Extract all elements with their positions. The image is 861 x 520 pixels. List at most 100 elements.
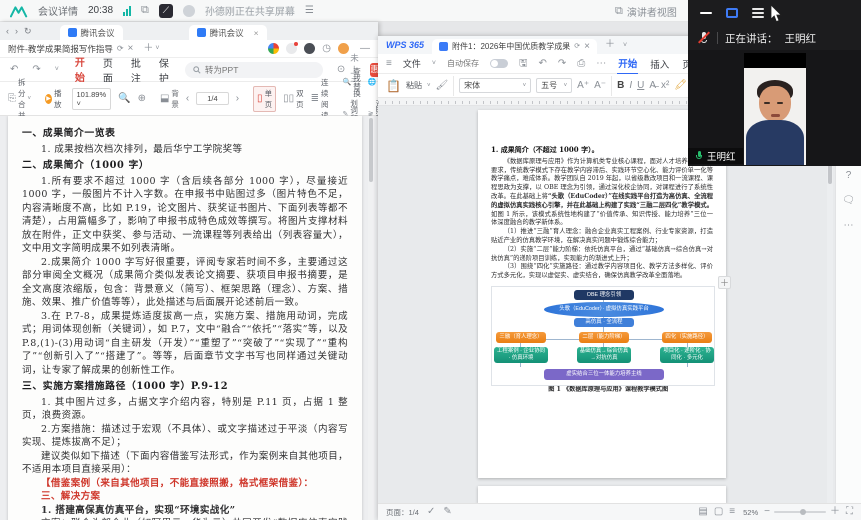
web-layout-icon[interactable]: ▢ [714, 507, 723, 517]
search-box[interactable] [184, 61, 323, 78]
autosave-toggle[interactable] [489, 59, 508, 68]
page-indicator[interactable]: 1/4 [196, 92, 229, 105]
pdf-toolbar: ⎘ 拆分合并 ˅ ▶ 播放 101.89% ˅ 🔍 ⊕ ⬓ 背景 ‹ 1/4 › ▯ 单页… [0, 67, 386, 129]
doc-paragraph: 2.成果简介 1000 字写好很重要，评阅专家若时间不多，主要通过这部分审阅全文… [22, 256, 348, 309]
play-button[interactable]: ▶ 播放 [45, 88, 65, 110]
spellcheck-icon[interactable]: ✓ [427, 507, 435, 517]
zoom-value: 101.89% [76, 89, 107, 99]
notification-dot-icon[interactable] [286, 42, 299, 54]
outline-view-icon[interactable]: ≡ [729, 507, 735, 517]
chart-node-platform: 头歌（EduCoder）· 虚拟仿真实践平台 [544, 301, 664, 317]
paste-icon[interactable]: 📋 [386, 80, 401, 92]
find-replace-button[interactable]: 🔍 查找替换 [342, 67, 360, 98]
zoom-select[interactable]: 101.89% ˅ [71, 87, 112, 110]
view-mode-label: 演讲者视图 [626, 8, 677, 19]
undo-icon[interactable]: ↶ [10, 64, 18, 75]
pdf-scrollbar-thumb[interactable] [369, 118, 373, 182]
font-smaller-icon[interactable]: A⁻ [594, 80, 606, 91]
sharing-menu-icon[interactable]: ☰ [305, 5, 314, 16]
word-paragraph: 《数据库原理与应用》作为计算机类专业核心课程，面对人才培养提出的新要求，传统教学… [491, 158, 713, 228]
highlight-color-icon[interactable]: 🖍 [674, 80, 687, 91]
background-button[interactable]: ⬓ 背景 [160, 88, 179, 110]
strikethrough-icon[interactable]: A̶ [649, 80, 656, 91]
tab-sync-icon[interactable]: ⟳ [574, 43, 580, 50]
word-zoom-value[interactable]: 52% [743, 508, 758, 517]
browser-tab-meeting-1[interactable]: 腾讯会议 [59, 25, 123, 40]
split-merge-button[interactable]: ⎘ 拆分合并 ˅ [8, 77, 31, 121]
menu-hamburger-icon[interactable]: ≡ [386, 58, 392, 69]
word-heading: 1. 成果简介（不超过 1000 字）。 [491, 145, 599, 154]
list-view-icon[interactable] [752, 8, 764, 18]
ribbon-tab-insert[interactable]: 插入 [649, 54, 670, 74]
superscript-icon[interactable]: x² [661, 80, 669, 91]
file-menu[interactable]: 文件 [403, 57, 421, 70]
italic-icon[interactable]: I [629, 80, 632, 91]
paste-label[interactable]: 粘贴 [406, 80, 422, 91]
doc-tab-title[interactable]: 附件-教学成果简报写作指导 [8, 43, 113, 55]
track-changes-icon[interactable]: ✎ [443, 507, 451, 517]
share-screen-icon[interactable]: ⧉ [141, 5, 149, 16]
more-chevron-icon[interactable]: ˅ [55, 66, 59, 73]
ribbon-tab-home[interactable]: 开始 [617, 53, 639, 75]
nav-refresh-icon[interactable]: ↻ [24, 26, 32, 37]
word-doc-tab[interactable]: 附件1：2026年中国优质教学成果 ⟳ × [432, 39, 597, 54]
sharer-avatar [182, 4, 195, 17]
new-page-plus-button[interactable]: ＋ [718, 276, 731, 289]
browser-tab-meeting-2[interactable]: 腾讯会议 × [188, 25, 267, 40]
continuous-read-button[interactable]: ≣ 连续阅读 [311, 77, 329, 121]
chart-node-feature: 高仿真 · 全流程 [574, 317, 634, 327]
file-chevron-icon[interactable]: ˅ [432, 60, 436, 67]
more-tools-icon[interactable]: ⋯ [596, 58, 606, 69]
zoom-plus-icon[interactable]: ＋ [830, 507, 840, 517]
next-page-icon[interactable]: › [236, 93, 239, 104]
redo-icon[interactable]: ↷ [32, 64, 40, 75]
format-painter-icon[interactable]: 🖌 [435, 80, 448, 91]
double-page-button[interactable]: ▯▯ 双页 [283, 88, 304, 110]
chart-node-mainline: 虚实结合三位一体能力培养主线 [544, 368, 664, 380]
nav-back-icon[interactable]: ‹ [6, 26, 9, 36]
history-clock-icon[interactable]: ◷ [322, 43, 331, 54]
search-input[interactable] [204, 64, 315, 75]
meeting-details-link[interactable]: 会议详情 [38, 3, 78, 18]
help-sidebar-icon[interactable]: ? [846, 170, 852, 181]
tab-close-icon[interactable]: × [584, 41, 590, 52]
view-mode-switch[interactable]: ⧉ 演讲者视图 [615, 4, 679, 20]
save-icon[interactable]: 🖫 [519, 58, 528, 69]
redo-icon[interactable]: ↷ [558, 58, 566, 69]
font-bigger-icon[interactable]: A⁺ [577, 80, 589, 91]
font-size-select[interactable]: 五号 ˅ [536, 78, 573, 93]
word-paragraph: （3）围绕“四化”实施路径：通过教学内容项目化、教学方法多样化、评价方式多元化，… [491, 263, 713, 280]
single-page-button[interactable]: ▯ 单页 [253, 85, 277, 112]
zoom-out-icon[interactable]: 🔍 [118, 93, 130, 104]
layout-grid-icon[interactable] [726, 8, 738, 18]
underline-icon[interactable]: U [637, 80, 644, 91]
double-page-label: 双页 [296, 88, 304, 109]
tab-list-chevron-icon[interactable]: ˅ [623, 42, 627, 49]
close-icon[interactable]: × [254, 28, 259, 38]
word-zoom-handle[interactable] [800, 509, 806, 515]
browser-chrome-icon[interactable] [268, 43, 280, 54]
fullscreen-icon[interactable]: ⛶ [846, 507, 853, 517]
undo-icon[interactable]: ↶ [538, 58, 546, 69]
minimize-icon[interactable] [700, 12, 712, 14]
bold-icon[interactable]: B [617, 80, 624, 91]
paste-chevron-icon[interactable]: ˅ [427, 83, 431, 89]
more-sidebar-icon[interactable]: ⋯ [844, 220, 854, 231]
tab-sync-icon[interactable]: ⟳ [117, 44, 124, 53]
nav-forward-icon[interactable]: › [15, 26, 18, 36]
mic-muted-icon[interactable] [697, 31, 711, 45]
zoom-minus-icon[interactable]: − [764, 507, 770, 517]
night-mode-icon[interactable] [304, 43, 316, 54]
new-tab-icon[interactable]: ＋ [143, 43, 153, 54]
font-name-select[interactable]: 宋体 ˅ [459, 78, 532, 93]
comment-sidebar-icon[interactable]: 🗨 [842, 195, 855, 206]
participant-video-thumbnail [744, 53, 806, 165]
zoom-in-icon[interactable]: ⊕ [138, 93, 146, 104]
word-zoom-slider[interactable] [774, 509, 826, 515]
new-doc-tab-icon[interactable]: ＋ [605, 40, 615, 50]
prev-page-icon[interactable]: ‹ [186, 93, 189, 104]
print-icon[interactable]: ⎙ [577, 58, 585, 69]
print-layout-icon[interactable]: ▤ [698, 507, 707, 517]
pdf-document-area[interactable]: 一、成果简介一览表 1. 成果按档次档次排列，最后华宁工学院奖等 二、成果简介（… [0, 116, 378, 520]
chart-node-green3: 项目化 · 递阶化 · 协同化 · 多元化 [660, 346, 714, 363]
